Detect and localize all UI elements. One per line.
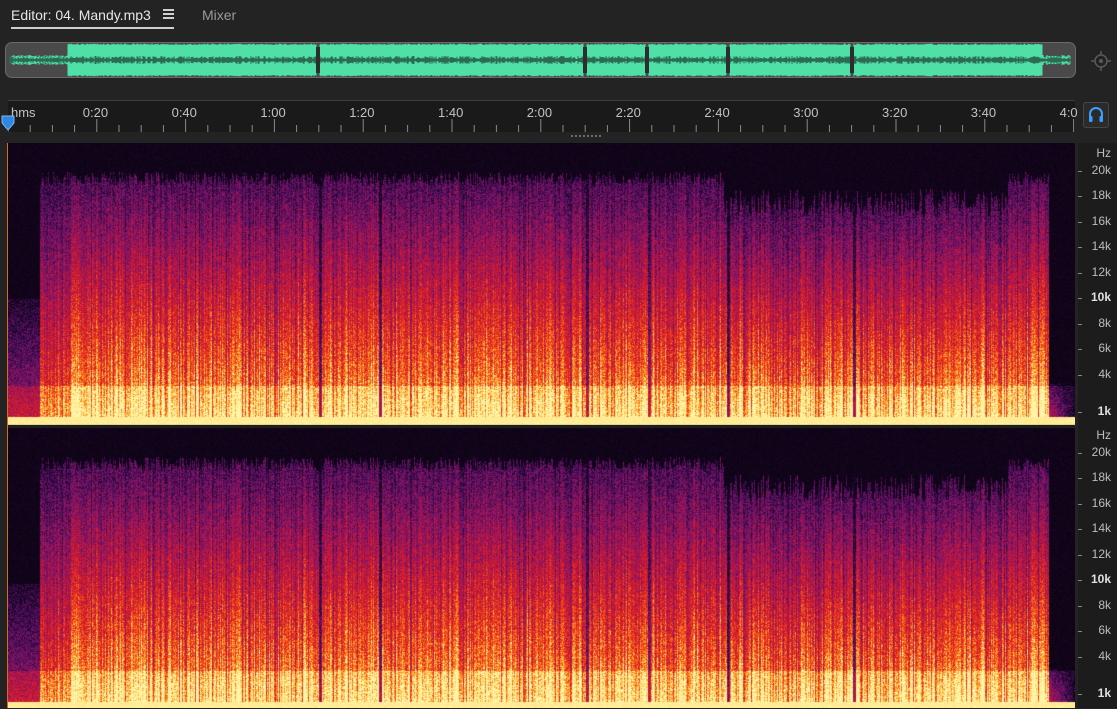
frequency-label: 6k bbox=[1098, 341, 1111, 355]
frequency-label: 10k bbox=[1090, 290, 1111, 304]
ruler-label: 2:20 bbox=[615, 105, 641, 120]
frequency-tick bbox=[1078, 171, 1082, 172]
frequency-label: 8k bbox=[1098, 598, 1111, 612]
frequency-label: 14k bbox=[1091, 521, 1111, 535]
frequency-tick bbox=[1078, 324, 1082, 325]
ruler-label: 0:20 bbox=[82, 105, 109, 120]
monitor-button[interactable] bbox=[1083, 102, 1109, 128]
ruler-label: 3:20 bbox=[882, 105, 908, 120]
overview-dip-marker bbox=[645, 47, 649, 73]
frequency-tick bbox=[1078, 349, 1082, 350]
frequency-label: 12k bbox=[1091, 265, 1111, 279]
tab-bar: Editor: 04. Mandy.mp3 Mixer bbox=[0, 0, 1117, 36]
frequency-label: 4k bbox=[1098, 649, 1111, 663]
frequency-unit-label: Hz bbox=[1096, 428, 1111, 442]
frequency-label: 8k bbox=[1098, 316, 1111, 330]
frequency-tick bbox=[1078, 694, 1082, 695]
frequency-label: 16k bbox=[1091, 214, 1111, 228]
panel-splitter-handle[interactable] bbox=[570, 134, 602, 140]
headphones-icon bbox=[1089, 107, 1103, 122]
frequency-tick bbox=[1078, 453, 1082, 454]
hamburger-menu-icon[interactable] bbox=[163, 9, 174, 19]
frequency-tick bbox=[1078, 606, 1082, 607]
ruler-label: 4:0 bbox=[1059, 105, 1078, 120]
frequency-label: 12k bbox=[1091, 547, 1111, 561]
overview-dip-marker bbox=[583, 47, 587, 73]
overview-dip-marker bbox=[726, 47, 730, 73]
frequency-label: 16k bbox=[1091, 496, 1111, 510]
frequency-label: 18k bbox=[1091, 470, 1111, 484]
frequency-tick bbox=[1078, 222, 1082, 223]
frequency-tick bbox=[1078, 298, 1082, 299]
spectral-display[interactable] bbox=[8, 143, 1075, 708]
tab-editor[interactable]: Editor: 04. Mandy.mp3 bbox=[11, 7, 151, 23]
frequency-tick bbox=[1078, 504, 1082, 505]
frequency-axis: Hz 20k 18k 16k 14k 12k 10k 8k 6k 4k 1k Hz 20k 18k 16k 1… bbox=[1078, 143, 1117, 708]
tab-mixer[interactable]: Mixer bbox=[202, 7, 236, 23]
frequency-tick bbox=[1078, 631, 1082, 632]
frequency-label: 18k bbox=[1091, 188, 1111, 202]
overview-dip-marker bbox=[316, 47, 320, 73]
overview-dip-marker bbox=[850, 47, 854, 73]
frequency-label: 1k bbox=[1097, 686, 1111, 700]
frequency-label: 20k bbox=[1091, 163, 1111, 177]
frequency-unit-label: Hz bbox=[1096, 146, 1111, 160]
ruler-label: 1:20 bbox=[349, 105, 375, 120]
frequency-tick bbox=[1078, 657, 1082, 658]
frequency-tick bbox=[1078, 478, 1082, 479]
overview-waveform-graph bbox=[9, 43, 1071, 77]
ruler-label: 1:00 bbox=[260, 105, 286, 120]
frequency-label: 1k bbox=[1097, 404, 1111, 418]
frequency-label: 10k bbox=[1090, 572, 1111, 586]
ruler-label: 3:00 bbox=[793, 105, 819, 120]
frequency-tick bbox=[1078, 196, 1082, 197]
frequency-tick bbox=[1078, 273, 1082, 274]
frequency-tick bbox=[1078, 412, 1082, 413]
ruler-label: 1:40 bbox=[438, 105, 464, 120]
frequency-label: 4k bbox=[1098, 367, 1111, 381]
frequency-tick bbox=[1078, 247, 1082, 248]
overview-waveform[interactable] bbox=[5, 42, 1076, 78]
frequency-tick bbox=[1078, 375, 1082, 376]
active-tab-indicator bbox=[11, 27, 174, 29]
ruler-label: 2:40 bbox=[704, 105, 730, 120]
frequency-label: 20k bbox=[1091, 445, 1111, 459]
ruler-label: 2:00 bbox=[526, 105, 553, 120]
frequency-tick bbox=[1078, 555, 1082, 556]
zoom-navigator-icon[interactable] bbox=[1090, 50, 1112, 72]
frequency-tick bbox=[1078, 580, 1082, 581]
playhead-marker-icon[interactable] bbox=[1, 115, 15, 131]
ruler-label: 0:40 bbox=[171, 105, 197, 120]
time-ruler[interactable]: hms 0:20 0:40 1:00 1:20 1:40 2:00 2:20 2:40 3:00… bbox=[8, 100, 1078, 132]
ruler-label: 3:40 bbox=[970, 105, 997, 120]
frequency-label: 14k bbox=[1091, 239, 1111, 253]
frequency-label: 6k bbox=[1098, 623, 1111, 637]
frequency-tick bbox=[1078, 529, 1082, 530]
channel-divider bbox=[8, 425, 1075, 428]
